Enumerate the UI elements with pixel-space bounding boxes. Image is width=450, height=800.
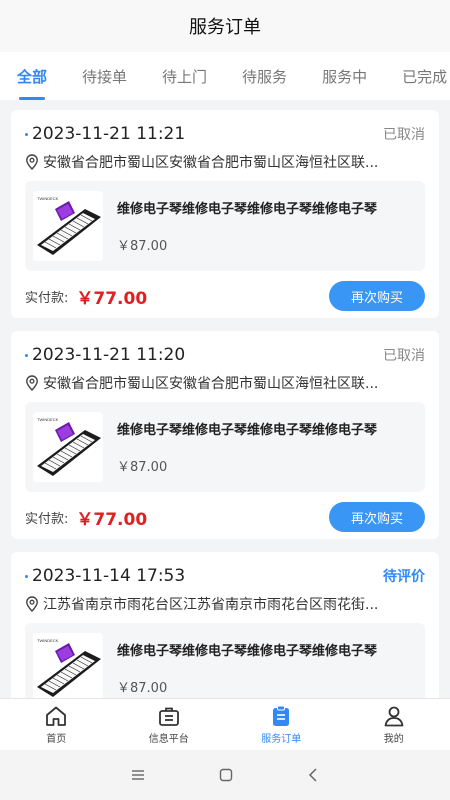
- brand-mark: TWINDECK: [37, 196, 59, 201]
- brand-mark: TWINDECK: [37, 638, 59, 643]
- briefcase-icon: [158, 707, 179, 726]
- product-thumbnail: TWINDECK: [33, 412, 103, 482]
- user-icon: [384, 706, 404, 727]
- keyboard-image: TWINDECK: [37, 638, 101, 697]
- order-address: 安徽省合肥市蜀山区安徽省合肥市蜀山区海恒社区联...: [25, 152, 425, 172]
- home-icon: [46, 706, 67, 726]
- order-address: 江苏省南京市雨花台区江苏省南京市雨花台区雨花街...: [25, 594, 425, 614]
- product-item[interactable]: TWINDECK 维修电子琴维修电子琴维修电子琴维修电子琴 ￥87.00: [25, 181, 425, 271]
- buy-again-button[interactable]: 再次购买: [329, 281, 425, 311]
- tab-all[interactable]: 全部: [17, 66, 47, 100]
- home-square-icon[interactable]: [218, 767, 234, 783]
- product-item[interactable]: TWINDECK 维修电子琴维修电子琴维修电子琴维修电子琴 ￥87.00: [25, 623, 425, 698]
- order-time: 2023-11-21 11:21: [32, 124, 186, 144]
- order-card[interactable]: 2023-11-21 11:21 已取消 安徽省合肥市蜀山区安徽省合肥市蜀山区海…: [11, 110, 439, 318]
- order-card[interactable]: 2023-11-14 17:53 待评价 江苏省南京市雨花台区江苏省南京市雨花台…: [11, 552, 439, 698]
- product-price: ￥87.00: [117, 239, 168, 254]
- tabbar-item-mine[interactable]: 我的: [338, 699, 450, 750]
- address-text: 安徽省合肥市蜀山区安徽省合肥市蜀山区海恒社区联...: [43, 155, 379, 171]
- menu-icon[interactable]: [130, 769, 146, 781]
- tabbar-item-orders[interactable]: 服务订单: [225, 699, 338, 750]
- tab-in-service[interactable]: 服务中: [322, 66, 367, 87]
- tab-completed[interactable]: 已完成: [402, 66, 447, 87]
- tabbar-item-home[interactable]: 首页: [0, 699, 113, 750]
- order-time: 2023-11-14 17:53: [32, 566, 186, 586]
- location-pin-icon: [26, 154, 38, 170]
- tabbar-item-info[interactable]: 信息平台: [113, 699, 226, 750]
- system-navigation-bar: [0, 750, 450, 800]
- order-card[interactable]: 2023-11-21 11:20 已取消 安徽省合肥市蜀山区安徽省合肥市蜀山区海…: [11, 331, 439, 539]
- order-address: 安徽省合肥市蜀山区安徽省合肥市蜀山区海恒社区联...: [25, 373, 425, 393]
- app-header: 服务订单: [0, 0, 450, 52]
- order-time: 2023-11-21 11:20: [32, 345, 186, 365]
- buy-again-button[interactable]: 再次购买: [329, 502, 425, 532]
- tabbar-label: 我的: [383, 734, 404, 745]
- keyboard-image: TWINDECK: [37, 417, 101, 476]
- bottom-tab-bar: 首页 信息平台 服务订单 我的: [0, 698, 450, 750]
- paid-label: 实付款:: [25, 290, 69, 306]
- brand-mark: TWINDECK: [37, 417, 59, 422]
- order-list[interactable]: 2023-11-21 11:21 已取消 安徽省合肥市蜀山区安徽省合肥市蜀山区海…: [0, 100, 450, 698]
- product-item[interactable]: TWINDECK 维修电子琴维修电子琴维修电子琴维修电子琴 ￥87.00: [25, 402, 425, 492]
- order-status-tabs: 全部 待接单 待上门 待服务 服务中 已完成: [0, 52, 450, 100]
- back-icon[interactable]: [306, 767, 320, 783]
- product-price: ￥87.00: [117, 460, 168, 475]
- bullet-dot: [25, 574, 28, 578]
- product-name: 维修电子琴维修电子琴维修电子琴维修电子琴: [117, 423, 378, 438]
- tabbar-label: 信息平台: [148, 734, 189, 745]
- tab-pending-service[interactable]: 待服务: [242, 66, 287, 87]
- tabbar-label: 首页: [46, 734, 67, 745]
- product-thumbnail: TWINDECK: [33, 191, 103, 261]
- paid-label: 实付款:: [25, 511, 69, 527]
- order-status: 已取消: [383, 348, 425, 364]
- page-title: 服务订单: [189, 17, 261, 38]
- product-price: ￥87.00: [117, 681, 168, 696]
- clipboard-icon: [273, 705, 290, 726]
- tab-pending-visit[interactable]: 待上门: [162, 66, 207, 87]
- address-text: 江苏省南京市雨花台区江苏省南京市雨花台区雨花街...: [43, 597, 379, 613]
- order-status: 待评价: [383, 569, 425, 585]
- order-status: 已取消: [383, 127, 425, 143]
- product-name: 维修电子琴维修电子琴维修电子琴维修电子琴: [117, 644, 378, 659]
- location-pin-icon: [26, 375, 38, 391]
- product-name: 维修电子琴维修电子琴维修电子琴维修电子琴: [117, 202, 378, 217]
- paid-amount: ￥77.00: [76, 509, 148, 530]
- paid-amount: ￥77.00: [76, 288, 148, 309]
- tabbar-label: 服务订单: [261, 734, 302, 745]
- bullet-dot: [25, 132, 28, 136]
- address-text: 安徽省合肥市蜀山区安徽省合肥市蜀山区海恒社区联...: [43, 376, 379, 392]
- bullet-dot: [25, 353, 28, 357]
- location-pin-icon: [26, 596, 38, 612]
- keyboard-image: TWINDECK: [37, 196, 101, 255]
- tab-pending-accept[interactable]: 待接单: [82, 66, 127, 87]
- product-thumbnail: TWINDECK: [33, 633, 103, 698]
